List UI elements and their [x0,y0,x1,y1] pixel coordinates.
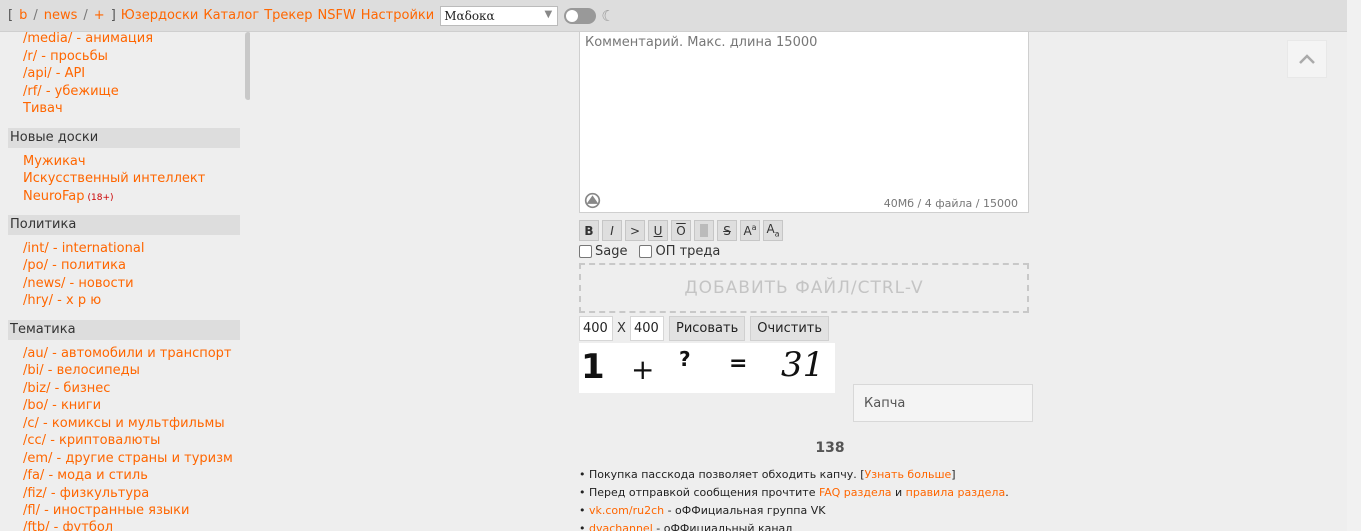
boards-sidebar: /media/ - анимация /r/ - просьбы /api/ -… [0,32,250,531]
sidebar-item-biz[interactable]: /biz/ - бизнес [23,381,110,396]
markup-toolbar: B I > U O S Aa Aa [579,220,783,241]
sidebar-item-fiz[interactable]: /fiz/ - физкультура [23,486,149,501]
sidebar-item-api[interactable]: /api/ - API [23,66,85,81]
sidebar-item-media[interactable]: /media/ - анимация [23,32,153,46]
board-rules-link[interactable]: правила раздела [906,486,1006,499]
menu-settings[interactable]: Настройки [361,8,434,23]
sidebar-item-bo[interactable]: /bo/ - книги [23,398,101,413]
site-logo-icon [584,192,601,209]
rules-line-passcode: • Покупка пасскода позволяет обходить ка… [579,468,956,481]
draw-button[interactable]: Рисовать [669,316,746,341]
captcha-image: 1 + ? = 31 [579,343,835,393]
post-options: Sage ОП треда [579,244,720,259]
subscript-button[interactable]: Aa [763,220,783,241]
captcha-input[interactable]: Капча [853,384,1033,422]
menu-userboards[interactable]: Юзердоски [121,8,199,23]
captcha-glyph: = [729,351,748,376]
sidebar-section-new-boards[interactable]: Новые доски [8,128,240,148]
clear-button[interactable]: Очистить [750,316,830,341]
italic-button[interactable]: I [602,220,622,241]
sidebar-item-au[interactable]: /au/ - автомобили и транспорт [23,346,232,361]
sidebar-item-news[interactable]: /news/ - новости [23,276,134,291]
spoiler-icon [700,224,708,237]
bracket-open: [ [8,8,14,23]
sidebar-item-fa[interactable]: /fa/ - мода и стиль [23,468,148,483]
nav-link-plus[interactable]: + [94,8,105,23]
superscript-icon: Aa [743,223,757,238]
scroll-to-top-button[interactable] [1287,40,1327,78]
sidebar-scrollbar[interactable] [245,32,250,100]
comment-placeholder: Комментарий. Макс. длина 15000 [585,35,818,50]
subscript-icon: Aa [766,222,780,239]
vk-link[interactable]: vk.com/ru2ch [589,504,664,517]
sidebar-item-muzhikach[interactable]: Мужикач [23,154,86,169]
sidebar-item-fl[interactable]: /fl/ - иностранные языки [23,503,189,518]
faq-link[interactable]: FAQ раздела [819,486,892,499]
strike-button[interactable]: S [717,220,737,241]
op-label: ОП треда [655,244,721,259]
sidebar-item-rf[interactable]: /rf/ - убежище [23,84,119,99]
sidebar-item-em[interactable]: /em/ - другие страны и туризм [23,451,233,466]
sidebar-item-r[interactable]: /r/ - просьбы [23,49,108,64]
sidebar-item-bi[interactable]: /bi/ - велосипеды [23,363,140,378]
sidebar-item-neurofap[interactable]: NeuroFap (18+) [23,189,114,204]
draw-controls: 400 X 400 Рисовать Очистить [579,316,830,341]
top-navigation-bar: [ b / news / + ] Юзердоски Каталог Треке… [0,0,1361,32]
sidebar-item-hry[interactable]: /hry/ - х р ю [23,293,101,308]
overline-button[interactable]: O [671,220,691,241]
nav-link-news[interactable]: news [44,8,78,23]
sidebar-item-int[interactable]: /int/ - international [23,241,144,256]
posting-rules: • Покупка пасскода позволяет обходить ка… [579,466,1009,531]
sidebar-item-tivach[interactable]: Тивач [23,101,63,116]
posts-counter: 138 [815,440,845,456]
file-dropzone[interactable]: ДОБАВИТЬ ФАЙЛ/CTRL-V [579,263,1029,313]
menu-catalog[interactable]: Каталог [203,8,259,23]
draw-size-separator: X [617,321,626,336]
rules-line-channel: • dvachannel - оФФициальный канал [579,520,1009,531]
draw-height-input[interactable]: 400 [630,316,664,341]
style-select[interactable]: Мαδокα [440,5,559,26]
theme-toggle[interactable] [564,7,597,24]
sidebar-item-c[interactable]: /c/ - комиксы и мультфильмы [23,416,225,431]
sidebar-item-ftb[interactable]: /ftb/ - футбол [23,520,113,531]
nav-separator: / [33,8,38,23]
limits-info: 40Мб / 4 файла / 15000 [883,197,1018,210]
nav-link-b[interactable]: b [19,8,27,23]
comment-textarea[interactable]: Комментарий. Макс. длина 15000 40Мб / 4 … [579,32,1029,213]
sidebar-item-po[interactable]: /po/ - политика [23,258,126,273]
sage-label: Sage [595,244,628,259]
style-select-wrap: Мαδокα ▼ [434,5,559,26]
sidebar-item-cc[interactable]: /cc/ - криптовалюты [23,433,160,448]
rules-line-vk: • vk.com/ru2ch - оФФициальная группа VK [579,504,826,517]
spoiler-button[interactable] [694,220,714,241]
sidebar-section-thematic[interactable]: Тематика [8,320,240,340]
quote-button[interactable]: > [625,220,645,241]
bold-button[interactable]: B [579,220,599,241]
channel-link[interactable]: dvachannel [589,522,653,531]
captcha-glyph: 1 [581,347,605,387]
nav-separator: / [83,8,88,23]
bracket-close: ] [110,8,116,23]
nsfw-badge: (18+) [87,193,114,203]
rules-line-faq: • Перед отправкой сообщения прочтите FAQ… [579,486,1009,499]
captcha-glyph: ? [679,347,691,371]
menu-tracker[interactable]: Трекер [264,8,312,23]
underline-button[interactable]: U [648,220,668,241]
sidebar-section-politics[interactable]: Политика [8,215,240,235]
captcha-glyph: 31 [781,345,825,385]
sidebar-item-ai[interactable]: Искусственный интеллект [23,171,205,186]
learn-more-link[interactable]: Узнать больше [865,468,952,481]
op-checkbox[interactable] [639,245,653,258]
captcha-glyph: + [631,353,655,386]
sage-checkbox[interactable] [579,245,592,258]
menu-nsfw[interactable]: NSFW [317,8,355,23]
superscript-button[interactable]: Aa [740,220,760,241]
page-scrollbar[interactable] [1347,0,1361,531]
chevron-up-icon [1299,54,1315,64]
draw-width-input[interactable]: 400 [579,316,613,341]
moon-icon[interactable]: ☾ [601,7,614,25]
